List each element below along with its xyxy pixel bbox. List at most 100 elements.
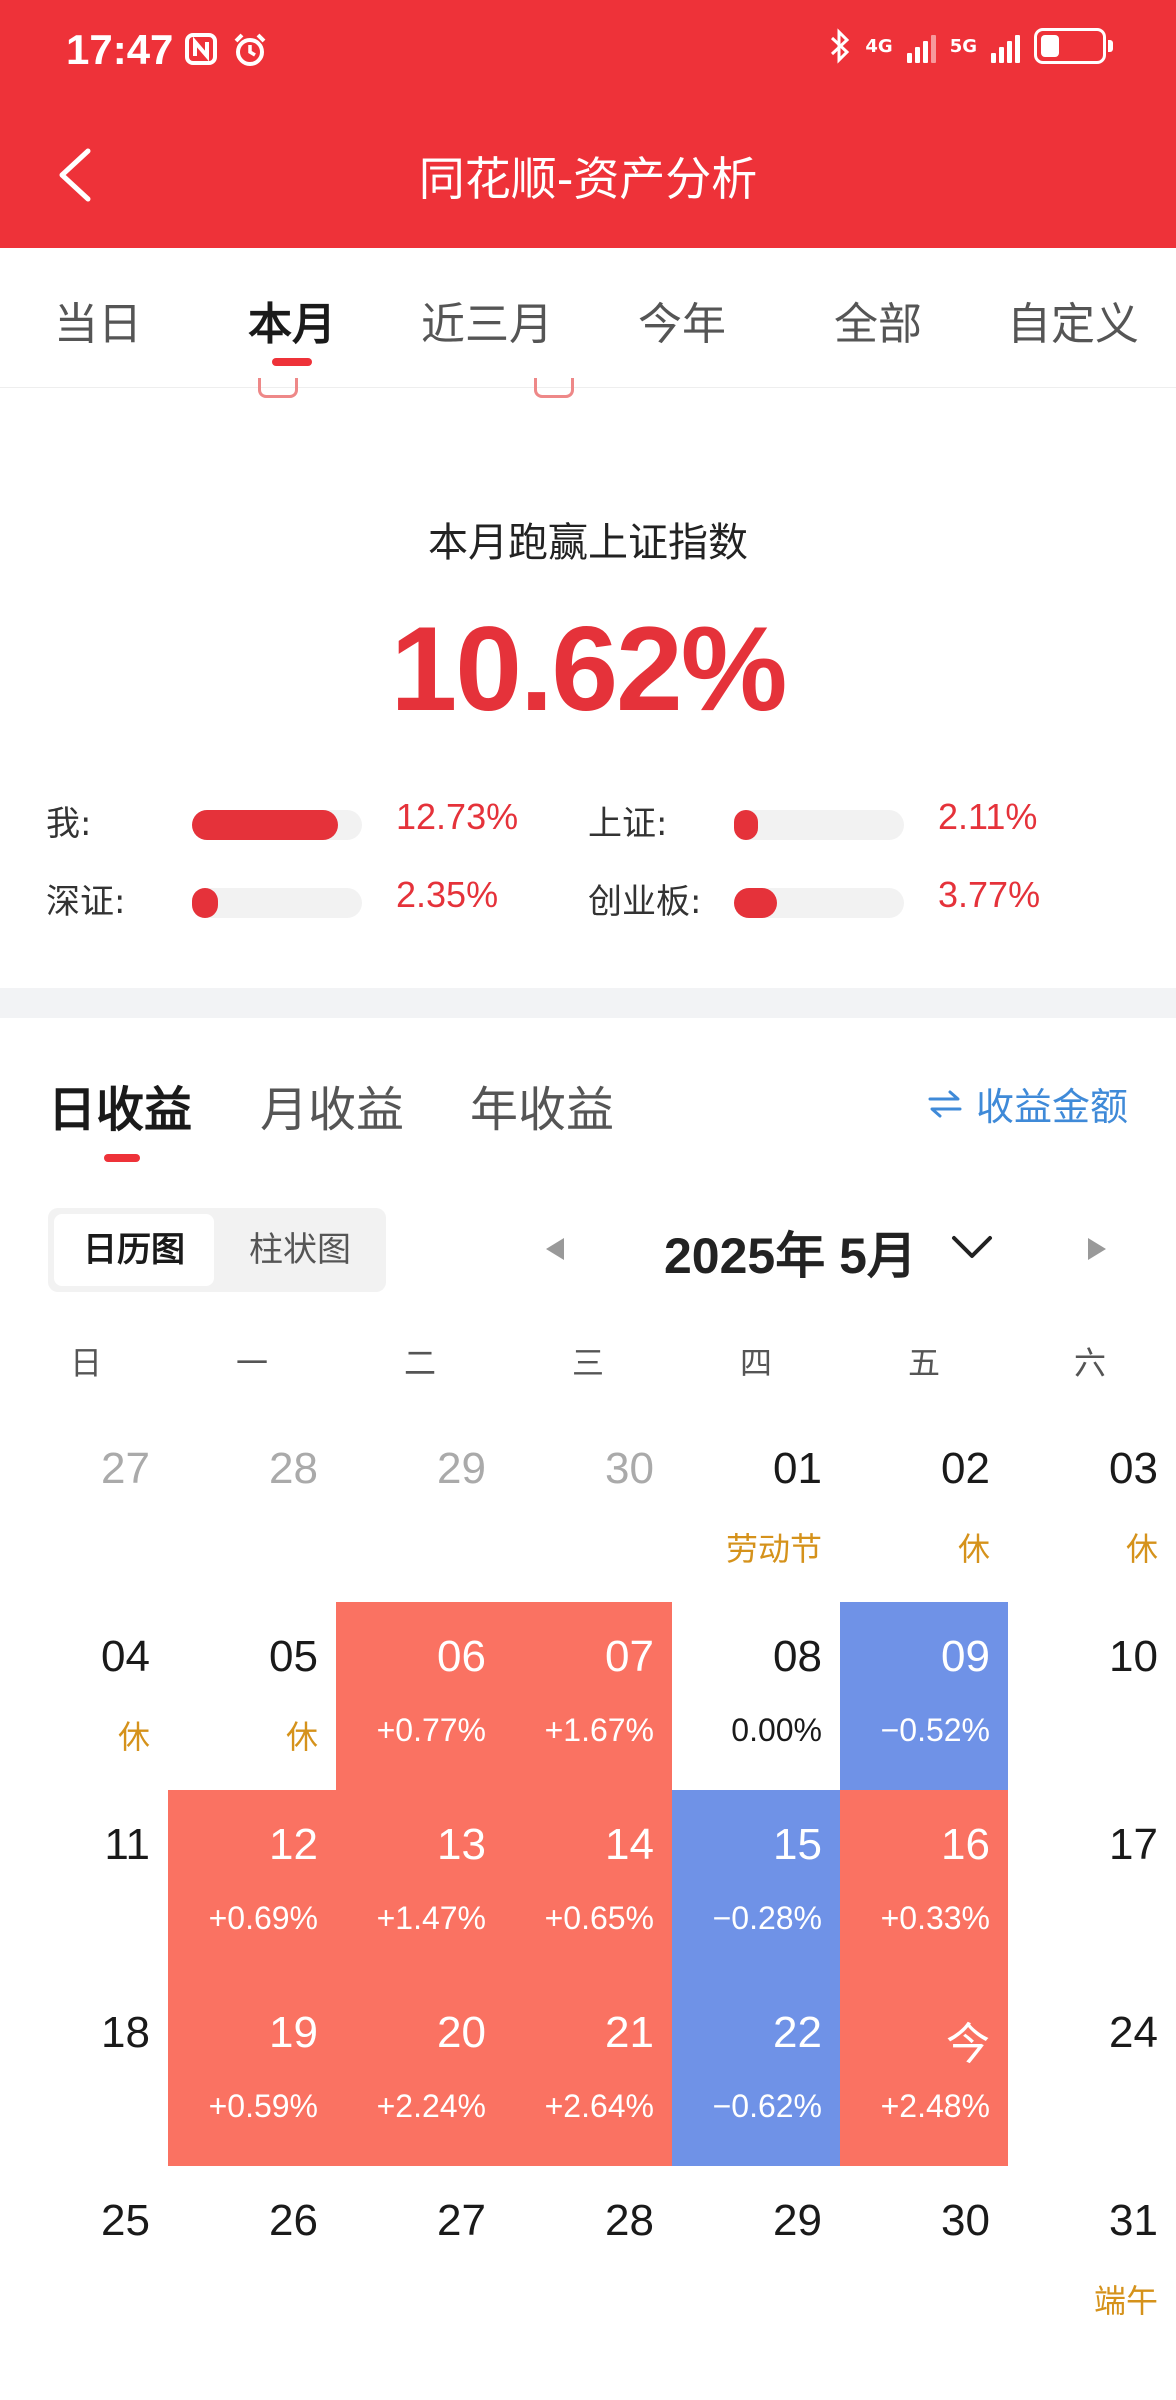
weekday-label: 二 [403,1344,436,1382]
network-5g-label: 5G [949,35,977,57]
calendar-day-cell[interactable]: 21 +2.64% [504,1978,672,2166]
tab-daily-earnings[interactable]: 日收益 [48,1070,192,1140]
tab-today[interactable]: 当日 [13,288,183,352]
daily-return: +1.47% [376,1900,486,1936]
month-label[interactable]: 2025年 5月 [664,1216,917,1288]
calendar-day-number: 06 [437,1632,486,1681]
calendar-day-cell[interactable]: 12 +0.69% [168,1790,336,1978]
calendar-day-cell[interactable]: 20 +2.24% [336,1978,504,2166]
calendar-day-number: 13 [437,1820,486,1869]
comparison-fill [734,810,758,840]
tab-yearly-earnings[interactable]: 年收益 [470,1070,614,1140]
calendar-day-cell[interactable]: 27 [0,1414,168,1602]
daily-return: +2.48% [880,2088,990,2124]
calendar-day-cell[interactable]: 06 +0.77% [336,1602,504,1790]
calendar-day-number: 今 [946,2020,990,2069]
comparison-value: 2.35% [396,874,499,915]
calendar-day-cell[interactable]: 03 休 [1008,1414,1176,1602]
summary-label: 本月跑赢上证指数 [428,520,748,566]
calendar-day-cell[interactable]: 15 −0.28% [672,1790,840,1978]
calendar-day-number: 11 [104,1820,150,1869]
calendar-day-cell[interactable]: 今 +2.48% [840,1978,1008,2166]
calendar-day-cell[interactable]: 05 休 [168,1602,336,1790]
calendar-day-cell[interactable]: 27 [336,2166,504,2354]
calendar-day-number: 21 [605,2008,654,2057]
daily-return: +1.67% [544,1712,654,1748]
tab-monthly-earnings[interactable]: 月收益 [260,1070,404,1140]
calendar-day-number: 04 [101,1632,150,1681]
holiday-label: 休 [957,1531,990,1567]
daily-return: +0.59% [208,2088,318,2124]
next-month-button[interactable] [1082,1234,1112,1264]
calendar-day-cell[interactable]: 01 劳动节 [672,1414,840,1602]
calendar-day-cell[interactable]: 10 [1008,1602,1176,1790]
calendar-day-number: 20 [437,2008,486,2057]
calendar-day-cell[interactable]: 29 [672,2166,840,2354]
calendar-day-number: 28 [605,2196,654,2245]
comparison-track [192,810,362,840]
chevron-down-icon[interactable] [950,1230,994,1264]
comparison-label: 创业板: [588,882,702,922]
comparison-shenzhen: 深证: 2.35% [46,874,546,934]
tab-three-months[interactable]: 近三月 [402,288,572,352]
calendar-day-number: 17 [1109,1820,1158,1869]
daily-return: +2.24% [376,2088,486,2124]
calendar-day-number: 27 [101,1444,150,1493]
calendar-day-cell[interactable]: 14 +0.65% [504,1790,672,1978]
calendar-day-number: 01 [773,1444,822,1493]
calendar-day-cell[interactable]: 13 +1.47% [336,1790,504,1978]
calendar-day-cell[interactable]: 30 [504,1414,672,1602]
weekday-label: 一 [235,1344,268,1382]
daily-return: 0.00% [731,1712,822,1748]
calendar-day-cell[interactable]: 25 [0,2166,168,2354]
tab-custom[interactable]: 自定义 [988,288,1158,352]
calendar-day-cell[interactable]: 31 端午 [1008,2166,1176,2354]
holiday-label: 劳动节 [725,1531,822,1567]
holiday-label: 休 [285,1719,318,1755]
tab-this-year[interactable]: 今年 [597,288,767,352]
calendar-day-cell[interactable]: 28 [504,2166,672,2354]
scrolled-checkbox-edge [258,378,298,398]
calendar-day-cell[interactable]: 02 休 [840,1414,1008,1602]
calendar-view-button[interactable]: 日历图 [54,1214,214,1286]
weekday-label: 六 [1073,1344,1106,1382]
comparison-track [734,888,904,918]
calendar-day-cell[interactable]: 28 [168,1414,336,1602]
prev-month-button[interactable] [540,1234,570,1264]
calendar-day-cell[interactable]: 24 [1008,1978,1176,2166]
tab-this-month[interactable]: 本月 [207,288,377,352]
calendar-day-cell[interactable]: 19 +0.59% [168,1978,336,2166]
bar-chart-view-button[interactable]: 柱状图 [220,1214,380,1286]
signal-4g-icon [906,29,936,63]
calendar-day-number: 31 [1109,2196,1158,2245]
calendar-day-number: 22 [773,2008,822,2057]
daily-return: −0.52% [880,1712,990,1748]
calendar-day-cell[interactable]: 16 +0.33% [840,1790,1008,1978]
calendar-day-cell[interactable]: 26 [168,2166,336,2354]
calendar-day-number: 29 [437,1444,486,1493]
calendar-day-cell[interactable]: 09 −0.52% [840,1602,1008,1790]
calendar-day-number: 25 [101,2196,150,2245]
earnings-amount-toggle[interactable]: 收益金额 [928,1076,1128,1131]
calendar-day-cell[interactable]: 18 [0,1978,168,2166]
signal-5g-icon [991,29,1020,63]
calendar-day-cell[interactable]: 29 [336,1414,504,1602]
calendar-day-cell[interactable]: 22 −0.62% [672,1978,840,2166]
calendar-day-cell[interactable]: 07 +1.67% [504,1602,672,1790]
calendar-day-cell[interactable]: 30 [840,2166,1008,2354]
summary-value: 10.62% [390,602,788,736]
app-header: 17:47 4G 5G 同花顺-资产分析 [0,0,1176,248]
earnings-tab-indicator [104,1154,140,1162]
status-time: 17:47 [66,26,174,73]
calendar-day-number: 15 [773,1820,822,1869]
calendar-day-cell[interactable]: 08 0.00% [672,1602,840,1790]
calendar-day-cell[interactable]: 17 [1008,1790,1176,1978]
calendar-day-cell[interactable]: 04 休 [0,1602,168,1790]
daily-return: −0.28% [712,1900,822,1936]
holiday-label: 休 [1125,1531,1158,1567]
comparison-shanghai: 上证: 2.11% [588,796,1088,856]
status-icons-right: 4G 5G [829,28,1113,64]
tab-all[interactable]: 全部 [793,288,963,352]
calendar-day-cell[interactable]: 11 [0,1790,168,1978]
daily-return: −0.62% [712,2088,822,2124]
